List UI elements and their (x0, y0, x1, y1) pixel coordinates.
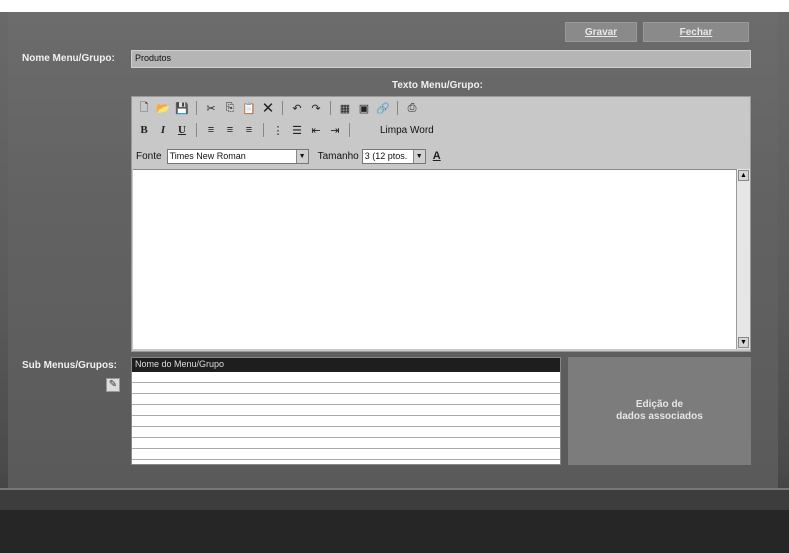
scroll-up-icon[interactable]: ▲ (738, 170, 749, 181)
size-label: Tamanho (317, 150, 359, 162)
text-label: Texto Menu/Grupo: (392, 80, 483, 91)
insert-table-icon[interactable]: ▦ (337, 100, 353, 116)
numbered-list-icon[interactable]: ⋮ (270, 122, 286, 138)
list-item[interactable] (132, 383, 560, 394)
submenus-label: Sub Menus/Grupos: (22, 360, 117, 371)
toolbar-separator (397, 101, 398, 115)
close-button[interactable]: Fechar (643, 22, 749, 42)
align-center-icon[interactable]: ≡ (222, 122, 238, 138)
associated-data-button[interactable]: Edição de dados associados (568, 357, 751, 465)
bold-icon[interactable]: B (136, 122, 152, 138)
associated-data-line1: Edição de (635, 399, 684, 410)
submenus-list[interactable]: Nome do Menu/Grupo (131, 357, 561, 465)
toolbar-separator (349, 123, 350, 137)
toolbar-separator (196, 101, 197, 115)
align-right-icon[interactable]: ≡ (241, 122, 257, 138)
bottom-bar (0, 510, 789, 553)
cut-icon[interactable]: ✂ (203, 100, 219, 116)
outdent-icon[interactable]: ⇤ (308, 122, 324, 138)
toolbar-separator (263, 123, 264, 137)
size-select[interactable]: 3 (12 ptos. ▼ (361, 148, 426, 164)
font-select-value: Times New Roman (169, 150, 246, 161)
name-input[interactable]: Produtos (131, 50, 751, 68)
toolbar-separator (196, 123, 197, 137)
insert-image-icon[interactable]: ▣ (356, 100, 372, 116)
edit-icon[interactable]: ✎ (106, 378, 120, 392)
save-button[interactable]: Gravar (565, 22, 637, 42)
font-label: Fonte (136, 150, 162, 162)
rich-text-editor: 🗋 📂 💾 ✂ ⎘ 📋 ✕ ↶ ↷ ▦ ▣ 🔗 ⎙ B I U ≡ ≡ ≡ ⋮ … (131, 96, 751, 352)
copy-icon[interactable]: ⎘ (222, 100, 238, 116)
new-document-icon[interactable]: 🗋 (136, 100, 152, 116)
toolbar-row-2: B I U ≡ ≡ ≡ ⋮ ☰ ⇤ ⇥ Limpa Word (136, 121, 434, 139)
scroll-down-icon[interactable]: ▼ (738, 337, 749, 348)
link-icon[interactable]: 🔗 (375, 100, 391, 116)
list-item[interactable] (132, 416, 560, 427)
indent-icon[interactable]: ⇥ (327, 122, 343, 138)
toolbar-separator (282, 101, 283, 115)
paste-icon[interactable]: 📋 (241, 100, 257, 116)
list-item[interactable] (132, 405, 560, 416)
editor-scrollbar[interactable]: ▲ ▼ (736, 169, 750, 349)
delete-icon[interactable]: ✕ (260, 100, 276, 117)
align-left-icon[interactable]: ≡ (203, 122, 219, 138)
toolbar-row-3: Fonte Times New Roman ▼ Tamanho 3 (12 pt… (136, 147, 445, 165)
editor-content-area[interactable] (133, 169, 736, 349)
toolbar-separator (330, 101, 331, 115)
toolbar-row-1: 🗋 📂 💾 ✂ ⎘ 📋 ✕ ↶ ↷ ▦ ▣ 🔗 ⎙ (136, 99, 420, 117)
submenus-list-header: Nome do Menu/Grupo (132, 358, 560, 372)
font-select[interactable]: Times New Roman ▼ (166, 148, 309, 164)
chevron-down-icon: ▼ (295, 149, 308, 163)
bullet-list-icon[interactable]: ☰ (289, 122, 305, 138)
list-item[interactable] (132, 427, 560, 438)
redo-icon[interactable]: ↷ (308, 100, 324, 116)
italic-icon[interactable]: I (155, 122, 171, 138)
print-icon[interactable]: ⎙ (404, 100, 420, 116)
list-item[interactable] (132, 438, 560, 449)
list-item[interactable] (132, 394, 560, 405)
chevron-down-icon: ▼ (412, 149, 425, 163)
top-strip (0, 0, 789, 12)
name-label: Nome Menu/Grupo: (22, 53, 115, 64)
clean-word-button[interactable]: Limpa Word (380, 125, 434, 136)
undo-icon[interactable]: ↶ (289, 100, 305, 116)
underline-icon[interactable]: U (174, 122, 190, 138)
list-item[interactable] (132, 372, 560, 383)
save-icon[interactable]: 💾 (174, 100, 190, 116)
list-item[interactable] (132, 449, 560, 460)
open-folder-icon[interactable]: 📂 (155, 100, 171, 116)
text-color-icon[interactable]: A (429, 148, 445, 164)
associated-data-line2: dados associados (616, 411, 703, 422)
size-select-value: 3 (12 ptos. (364, 150, 408, 161)
